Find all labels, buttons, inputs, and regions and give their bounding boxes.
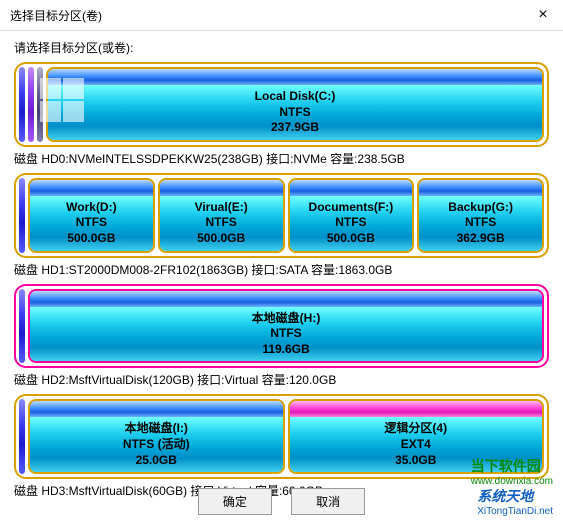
partition-size: 500.0GB [30,231,153,247]
partition-fs: NTFS [290,215,413,231]
partition-name: 本地磁盘(H:) [30,311,542,327]
window-title: 选择目标分区(卷) [10,7,102,24]
partition[interactable]: 本地磁盘(H:)NTFS119.6GB [28,289,544,364]
partition-body: Work(D:)NTFS500.0GB [30,196,153,251]
partition-body: 本地磁盘(I:)NTFS (活动)25.0GB [30,417,283,472]
partition-name: Local Disk(C:) [48,89,542,105]
windows-logo-icon [40,78,84,122]
partition-header [48,69,542,85]
reserved-bar[interactable] [19,289,25,364]
partition-name: 逻辑分区(4) [290,421,543,437]
partition-body: Backup(G:)NTFS362.9GB [419,196,542,251]
partition-size: 119.6GB [30,342,542,358]
disk-info: 磁盘 HD1:ST2000DM008-2FR102(1863GB) 接口:SAT… [14,261,549,278]
reserved-bar[interactable] [28,67,34,142]
partition-header [30,180,153,196]
partition-body: 本地磁盘(H:)NTFS119.6GB [30,307,542,362]
disk-info: 磁盘 HD2:MsftVirtualDisk(120GB) 接口:Virtual… [14,371,549,388]
partition-fs: NTFS [30,215,153,231]
partition-header [290,180,413,196]
disk-info: 磁盘 HD0:NVMeINTELSSDPEKKW25(238GB) 接口:NVM… [14,150,549,167]
reserved-bar[interactable] [19,178,25,253]
partition[interactable]: Documents(F:)NTFS500.0GB [288,178,415,253]
partition-fs: NTFS [30,326,542,342]
partition-fs: NTFS [160,215,283,231]
partition-fs: NTFS [419,215,542,231]
ok-button[interactable]: 确定 [198,488,272,515]
watermark-downxia: 当下软件园 www.downxia.com [471,456,553,487]
partition-name: Virual(E:) [160,200,283,216]
partition-fs: NTFS (活动) [30,437,283,453]
disk-group: Local Disk(C:)NTFS237.9GB [14,62,549,147]
partition[interactable]: 本地磁盘(I:)NTFS (活动)25.0GB [28,399,285,474]
partition-header [419,180,542,196]
partition-header [160,180,283,196]
title-bar: 选择目标分区(卷) × [0,0,563,31]
cancel-button[interactable]: 取消 [291,488,365,515]
reserved-bar[interactable] [19,67,25,142]
partition[interactable]: Local Disk(C:)NTFS237.9GB [46,67,544,142]
partition-size: 500.0GB [290,231,413,247]
disk-group: Work(D:)NTFS500.0GBVirual(E:)NTFS500.0GB… [14,173,549,258]
partition-size: 237.9GB [48,120,542,136]
partition-body: Local Disk(C:)NTFS237.9GB [48,85,542,140]
disk-group: 本地磁盘(I:)NTFS (活动)25.0GB逻辑分区(4)EXT435.0GB [14,394,549,479]
partition-header [30,401,283,417]
partition-size: 362.9GB [419,231,542,247]
partition-fs: NTFS [48,105,542,121]
prompt-label: 请选择目标分区(或卷): [14,39,549,56]
partition-body: Virual(E:)NTFS500.0GB [160,196,283,251]
partition[interactable]: Virual(E:)NTFS500.0GB [158,178,285,253]
partition-body: Documents(F:)NTFS500.0GB [290,196,413,251]
partition-name: Work(D:) [30,200,153,216]
partition-name: Backup(G:) [419,200,542,216]
partition-name: 本地磁盘(I:) [30,421,283,437]
partition-size: 500.0GB [160,231,283,247]
partition-header [30,291,542,307]
content-area: 请选择目标分区(或卷): Local Disk(C:)NTFS237.9GB磁盘… [0,31,563,513]
close-icon[interactable]: × [533,6,553,24]
disk-group: 本地磁盘(H:)NTFS119.6GB [14,284,549,369]
partition-size: 25.0GB [30,453,283,469]
partition-header [290,401,543,417]
watermark-xitongtiandi: 系统天地 XiTongTianDi.net [477,486,553,517]
partition-fs: EXT4 [290,437,543,453]
partition-name: Documents(F:) [290,200,413,216]
reserved-bar[interactable] [19,399,25,474]
partition[interactable]: Work(D:)NTFS500.0GB [28,178,155,253]
partition[interactable]: Backup(G:)NTFS362.9GB [417,178,544,253]
